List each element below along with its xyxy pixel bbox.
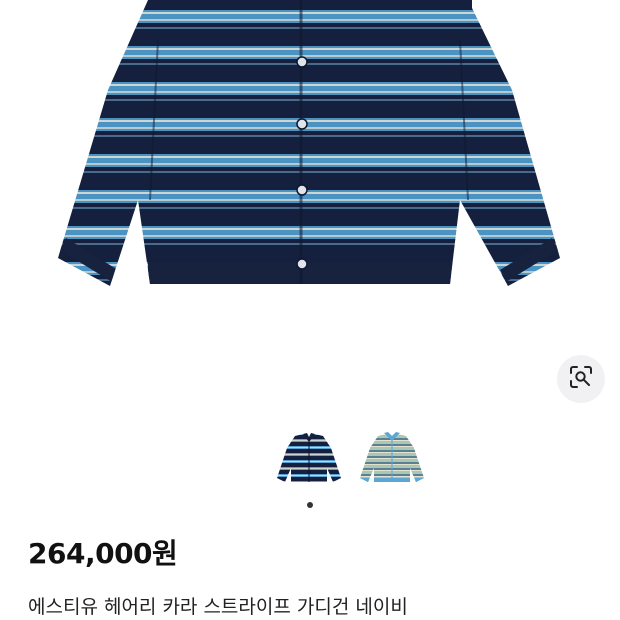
thumbnail-navy[interactable] — [273, 430, 345, 488]
cardigan-illustration — [0, 0, 620, 310]
carousel-indicator-dot — [307, 502, 313, 508]
visual-search-button[interactable] — [557, 355, 605, 403]
thumbnail-strip — [0, 430, 620, 492]
thumbnail-mint[interactable] — [356, 430, 428, 488]
product-title: 에스티유 헤어리 카라 스트라이프 가디건 네이비 — [28, 596, 408, 618]
product-main-image[interactable] — [0, 0, 620, 310]
image-search-icon — [568, 364, 594, 394]
product-price: 264,000원 — [28, 537, 178, 570]
